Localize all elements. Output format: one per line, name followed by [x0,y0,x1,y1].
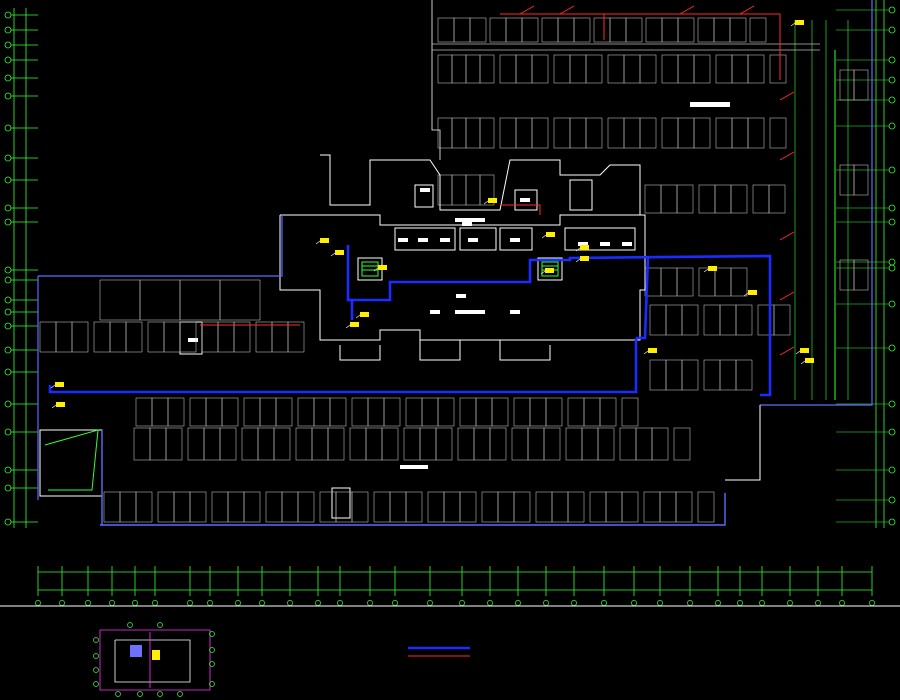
room-label [440,238,450,242]
equipment-tag-icon [708,266,717,271]
equipment-tag-icon [335,250,344,255]
equipment-tag-icon [748,290,757,295]
room-label [520,198,530,202]
room-label [510,238,520,242]
room-label [456,294,466,298]
equipment-tag-icon [580,256,589,261]
room-label [600,242,610,246]
room-label [468,238,478,242]
zone-label [455,218,485,222]
cad-floor-plan [0,0,900,700]
equipment-tag-icon [546,232,555,237]
equipment-tag-icon [350,322,359,327]
room-label [510,310,520,314]
equipment-tag-icon [648,348,657,353]
room-label [398,238,408,242]
zone-label [400,465,428,469]
zone-label [690,102,730,107]
equipment-tag-icon [320,238,329,243]
room-label [622,242,632,246]
equipment-tag-icon [800,348,809,353]
equipment-tag-icon [378,265,387,270]
room-label [420,188,430,192]
equipment-tag-icon [488,198,497,203]
room-label [188,338,198,342]
room-label [462,222,472,226]
zone-label [455,310,485,314]
room-label [418,238,428,242]
equipment-tag-icon [795,20,804,25]
equipment-tag-icon [545,268,554,273]
equipment-tag-icon [805,358,814,363]
room-label [430,310,440,314]
equipment-tag-icon [360,312,369,317]
equipment-tag-icon [56,402,65,407]
equipment-tag-icon [55,382,64,387]
equipment-tag-icon [580,245,589,250]
